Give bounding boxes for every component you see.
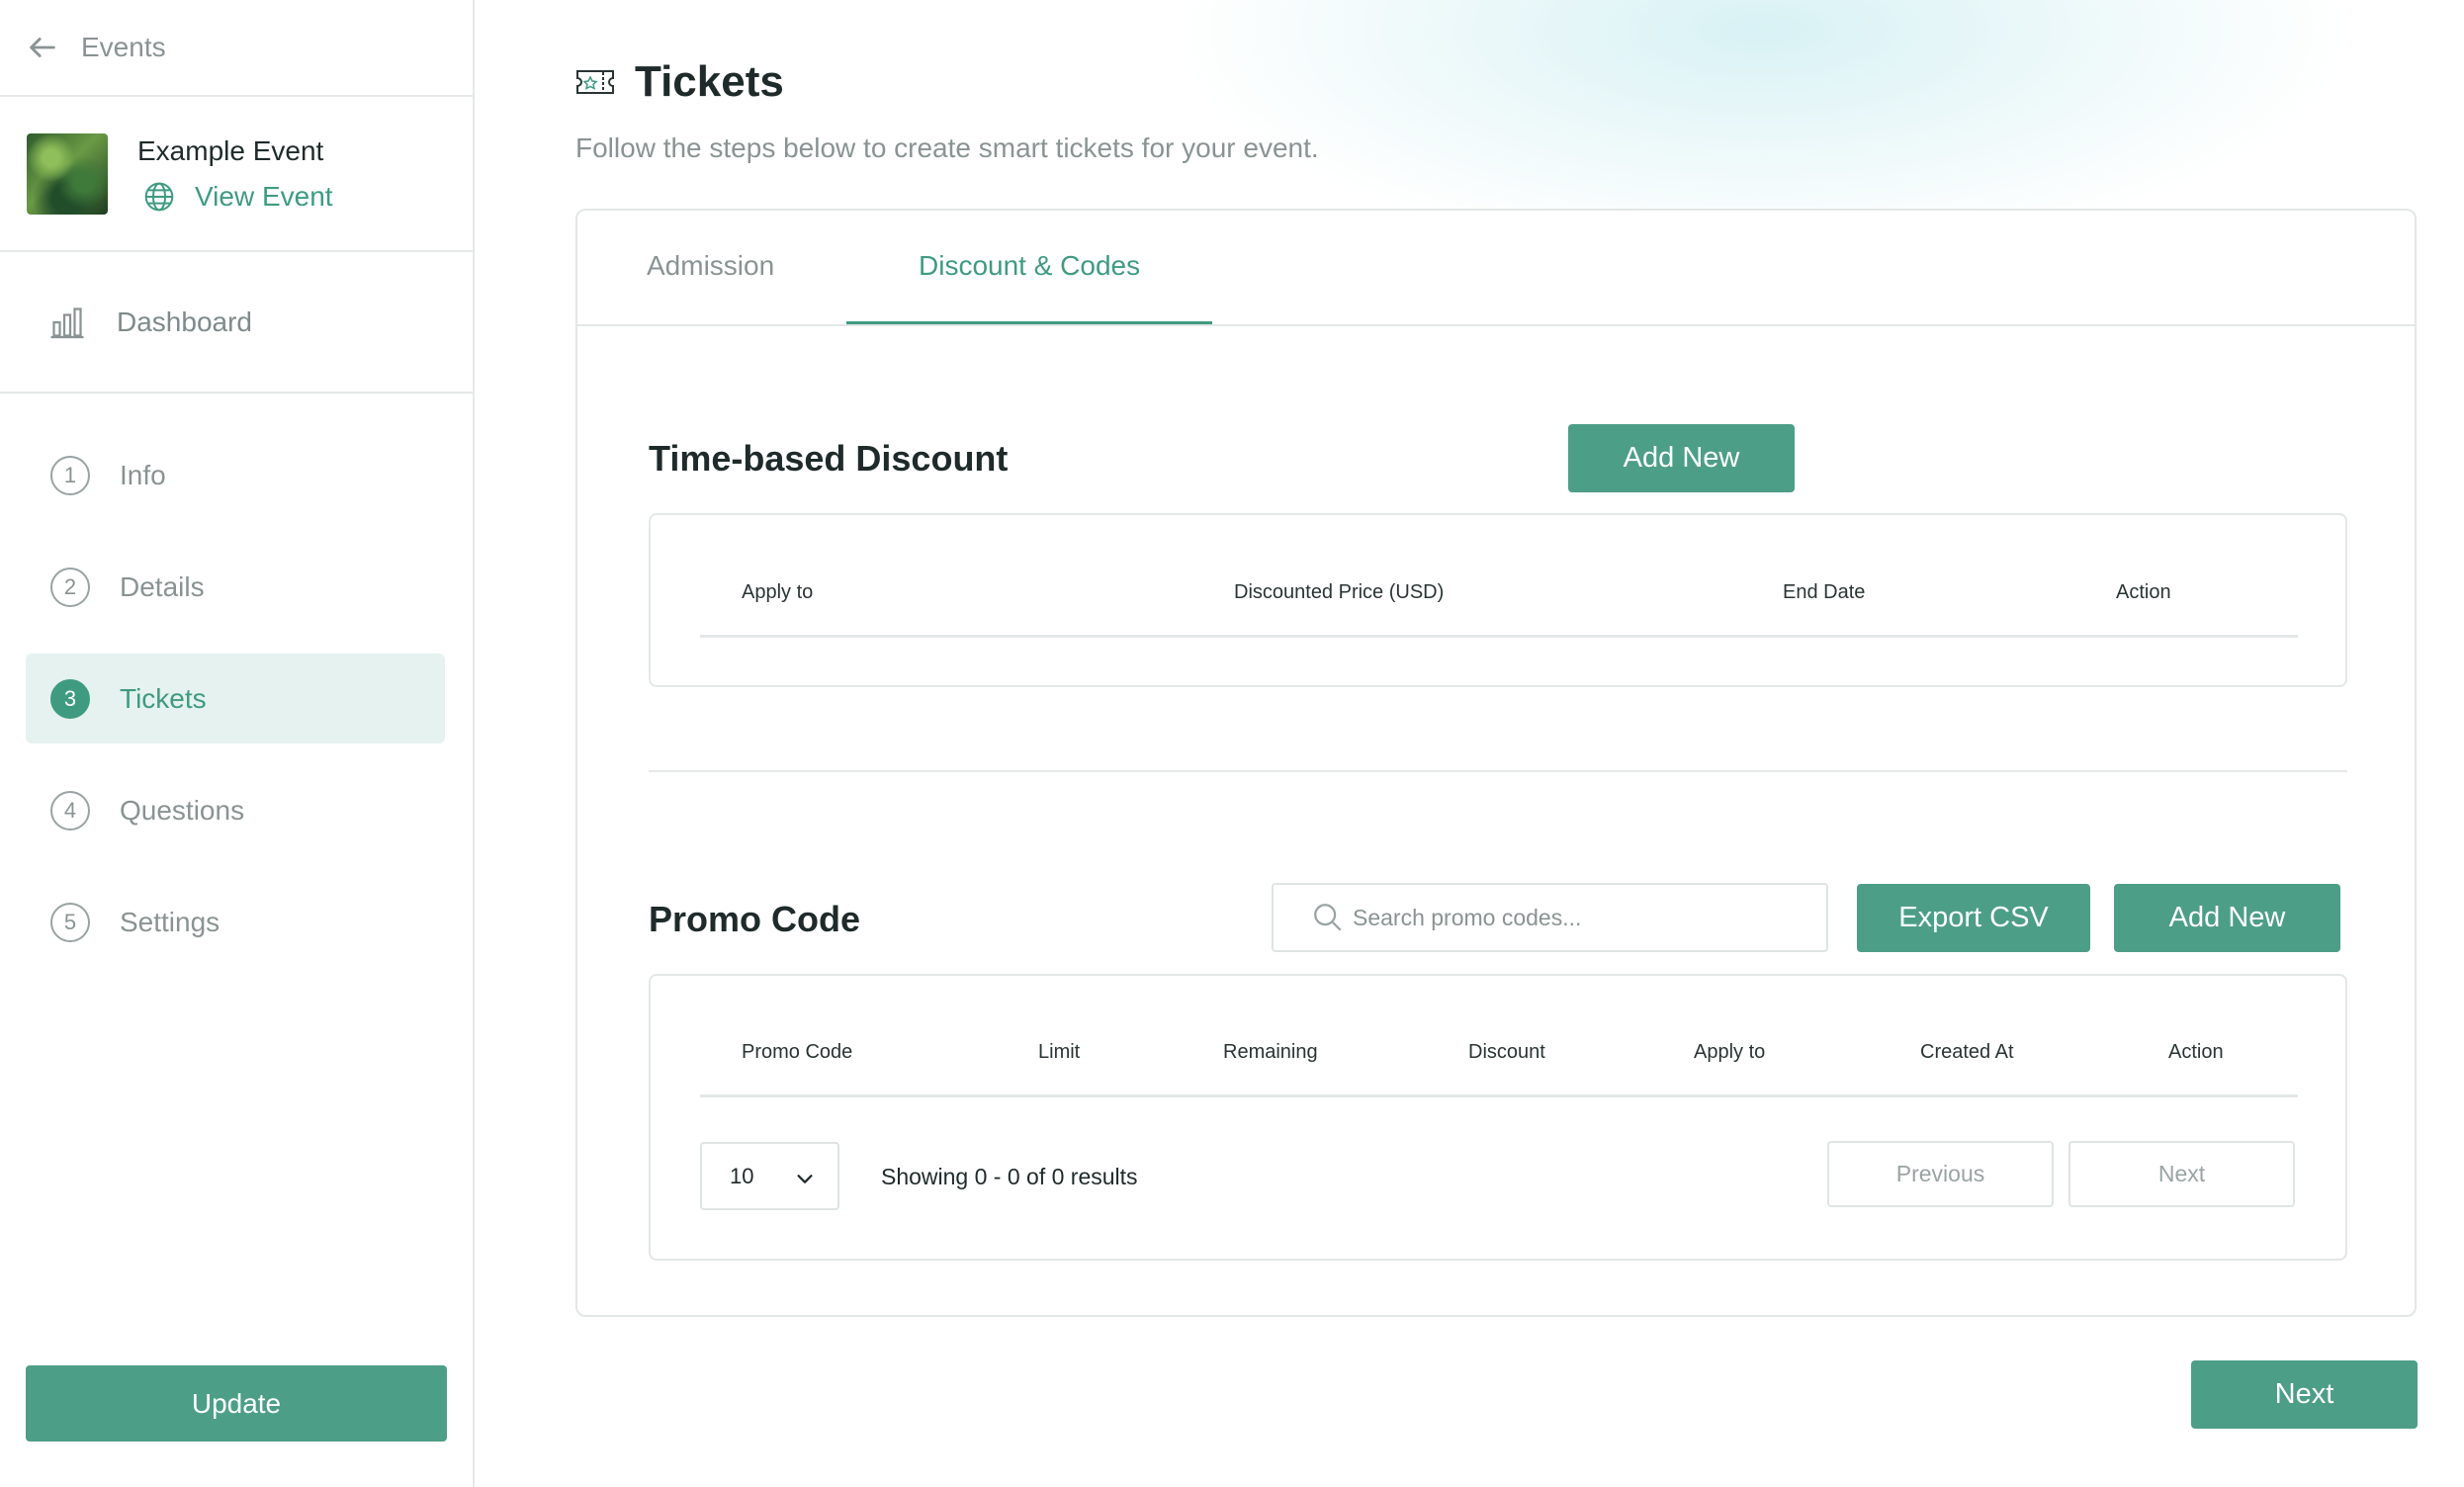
column-header: Discounted Price (USD) [1234,581,1445,603]
arrow-left-icon [30,38,55,57]
results-summary: Showing 0 - 0 of 0 results [881,1164,1138,1189]
event-thumbnail [27,132,108,215]
page-size-value: 10 [730,1163,754,1188]
step-number: 4 [50,790,90,831]
back-label: Events [81,32,166,62]
sidebar-item-settings[interactable]: 5 Settings [26,877,445,967]
table-header-divider [700,1094,2298,1097]
section-divider [649,770,2347,772]
dashboard-label: Dashboard [117,306,252,337]
column-header: Apply to [742,581,814,603]
page-size-select[interactable]: 10 [700,1142,839,1210]
tab-discount-codes[interactable]: Discount & Codes [919,250,1140,282]
view-event-link[interactable]: View Event [137,181,333,213]
event-title: Example Event [137,134,324,166]
add-time-discount-button[interactable]: Add New [1568,424,1795,492]
step-label: Info [120,459,166,490]
next-page-button[interactable]: Next [2068,1141,2295,1207]
sidebar: Events Example Event View Event Dashboar… [0,0,475,1487]
table-header-divider [700,635,2298,638]
tickets-card: Admission Discount & Codes Time-based Di… [575,209,2417,1317]
step-label: Tickets [120,682,207,714]
sidebar-item-questions[interactable]: 4 Questions [26,765,445,855]
sidebar-item-info[interactable]: 1 Info [26,430,445,520]
sidebar-item-dashboard[interactable]: Dashboard [0,252,473,394]
sidebar-item-tickets[interactable]: 3 Tickets [26,654,445,744]
search-icon [1314,904,1342,931]
column-header: Created At [1920,1041,2014,1063]
add-promo-code-button[interactable]: Add New [2114,884,2340,952]
chevron-down-icon [797,1175,813,1183]
promo-code-title: Promo Code [649,899,861,939]
step-number: 1 [50,455,90,495]
back-to-events[interactable]: Events [0,0,473,97]
event-summary: Example Event View Event [0,97,473,252]
column-header: Remaining [1223,1041,1318,1063]
column-header: Limit [1038,1041,1081,1063]
promo-search[interactable] [1272,883,1828,952]
active-tab-indicator [846,321,1212,324]
view-event-label: View Event [195,180,333,212]
column-header: Discount [1468,1041,1545,1063]
previous-page-button[interactable]: Previous [1827,1141,2054,1207]
column-header: Action [2116,581,2171,603]
page-subtitle: Follow the steps below to create smart t… [575,132,1319,163]
page-title: Tickets [635,57,784,106]
update-button[interactable]: Update [26,1365,447,1442]
sidebar-item-details[interactable]: 2 Details [26,542,445,632]
step-number: 3 [50,678,90,719]
next-step-button[interactable]: Next [2191,1360,2418,1429]
column-header: Promo Code [742,1041,853,1063]
column-header: End Date [1783,581,1866,603]
step-label: Settings [120,906,220,937]
time-discount-title: Time-based Discount [649,438,1009,479]
globe-icon [144,182,174,211]
column-header: Action [2168,1041,2224,1063]
step-number: 2 [50,567,90,607]
main-content: Tickets Follow the steps below to create… [477,0,2464,1487]
step-label: Questions [120,794,245,826]
tab-admission[interactable]: Admission [647,250,774,282]
page-header: Tickets Follow the steps below to create… [575,57,1319,164]
time-discount-table: Apply to Discounted Price (USD) End Date… [649,513,2347,687]
step-number: 5 [50,902,90,942]
column-header: Apply to [1694,1041,1766,1063]
search-input[interactable] [1353,904,1807,931]
promo-code-table: Promo Code Limit Remaining Discount Appl… [649,974,2347,1261]
export-csv-button[interactable]: Export CSV [1857,884,2090,952]
tab-bar: Admission Discount & Codes [577,211,2415,326]
step-list: 1 Info 2 Details 3 Tickets 4 Questions 5… [0,394,473,967]
step-label: Details [120,570,205,602]
ticket-icon [576,70,614,94]
bar-chart-icon [50,306,84,338]
